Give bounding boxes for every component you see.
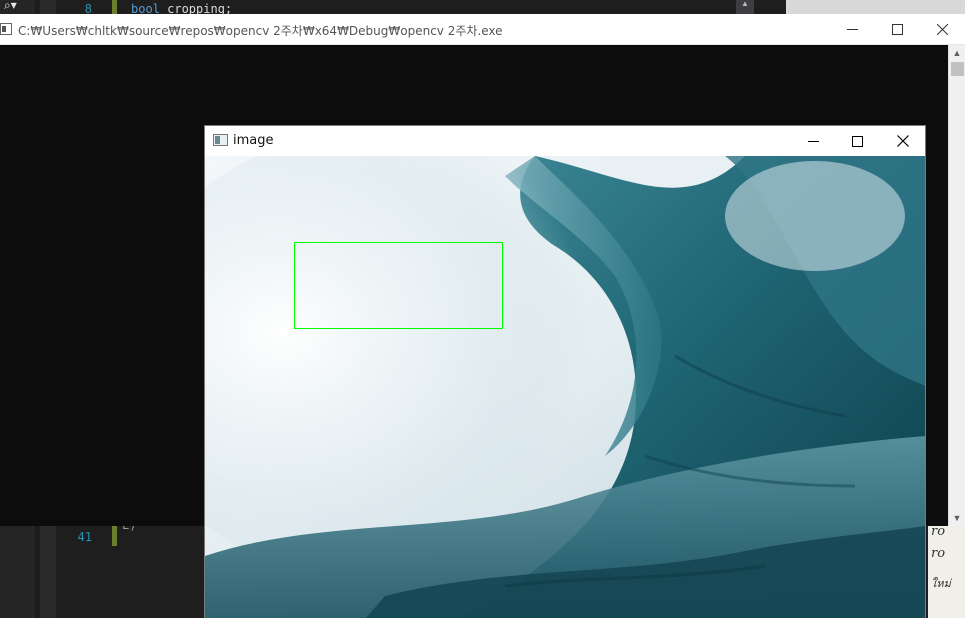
side-document: [786, 0, 965, 14]
close-icon: [897, 135, 909, 147]
editor-scroll-button[interactable]: ▲: [736, 0, 754, 14]
maximize-icon: [891, 24, 903, 35]
console-app-icon: [0, 23, 12, 35]
image-window-icon: [213, 134, 228, 146]
selection-rectangle[interactable]: [294, 242, 503, 329]
minimize-icon: [846, 29, 858, 30]
image-window-titlebar[interactable]: image: [205, 126, 925, 156]
close-icon: [936, 24, 948, 35]
line-number: 41: [77, 530, 92, 544]
image-maximize-button[interactable]: [834, 126, 880, 156]
scroll-down-arrow-icon[interactable]: ▼: [949, 510, 965, 526]
scroll-up-arrow-icon[interactable]: ▲: [949, 45, 965, 61]
console-title: C:₩Users₩chltk₩source₩repos₩opencv 2주차₩x…: [18, 24, 503, 38]
console-scrollbar[interactable]: ▲ ▼: [948, 45, 965, 526]
image-close-button[interactable]: [880, 126, 925, 156]
side-document-page: ro ro ใหม่: [928, 524, 965, 618]
maximize-icon: [851, 135, 863, 147]
console-titlebar[interactable]: C:₩Users₩chltk₩source₩repos₩opencv 2주차₩x…: [0, 14, 965, 45]
image-window[interactable]: image: [204, 125, 926, 618]
console-maximize-button[interactable]: [874, 14, 920, 45]
document-text: ro: [931, 546, 946, 561]
image-minimize-button[interactable]: [790, 126, 836, 156]
wave-image[interactable]: [205, 156, 925, 618]
image-window-title: image: [233, 133, 274, 148]
change-indicator: [112, 526, 117, 546]
scrollbar-thumb[interactable]: [951, 62, 964, 76]
console-close-button[interactable]: [919, 14, 965, 45]
document-text: ro: [931, 524, 946, 539]
minimize-icon: [807, 140, 819, 142]
document-text: ใหม่: [931, 577, 951, 590]
console-minimize-button[interactable]: [829, 14, 875, 45]
search-dropdown-icon[interactable]: ⌕▾: [4, 0, 17, 13]
